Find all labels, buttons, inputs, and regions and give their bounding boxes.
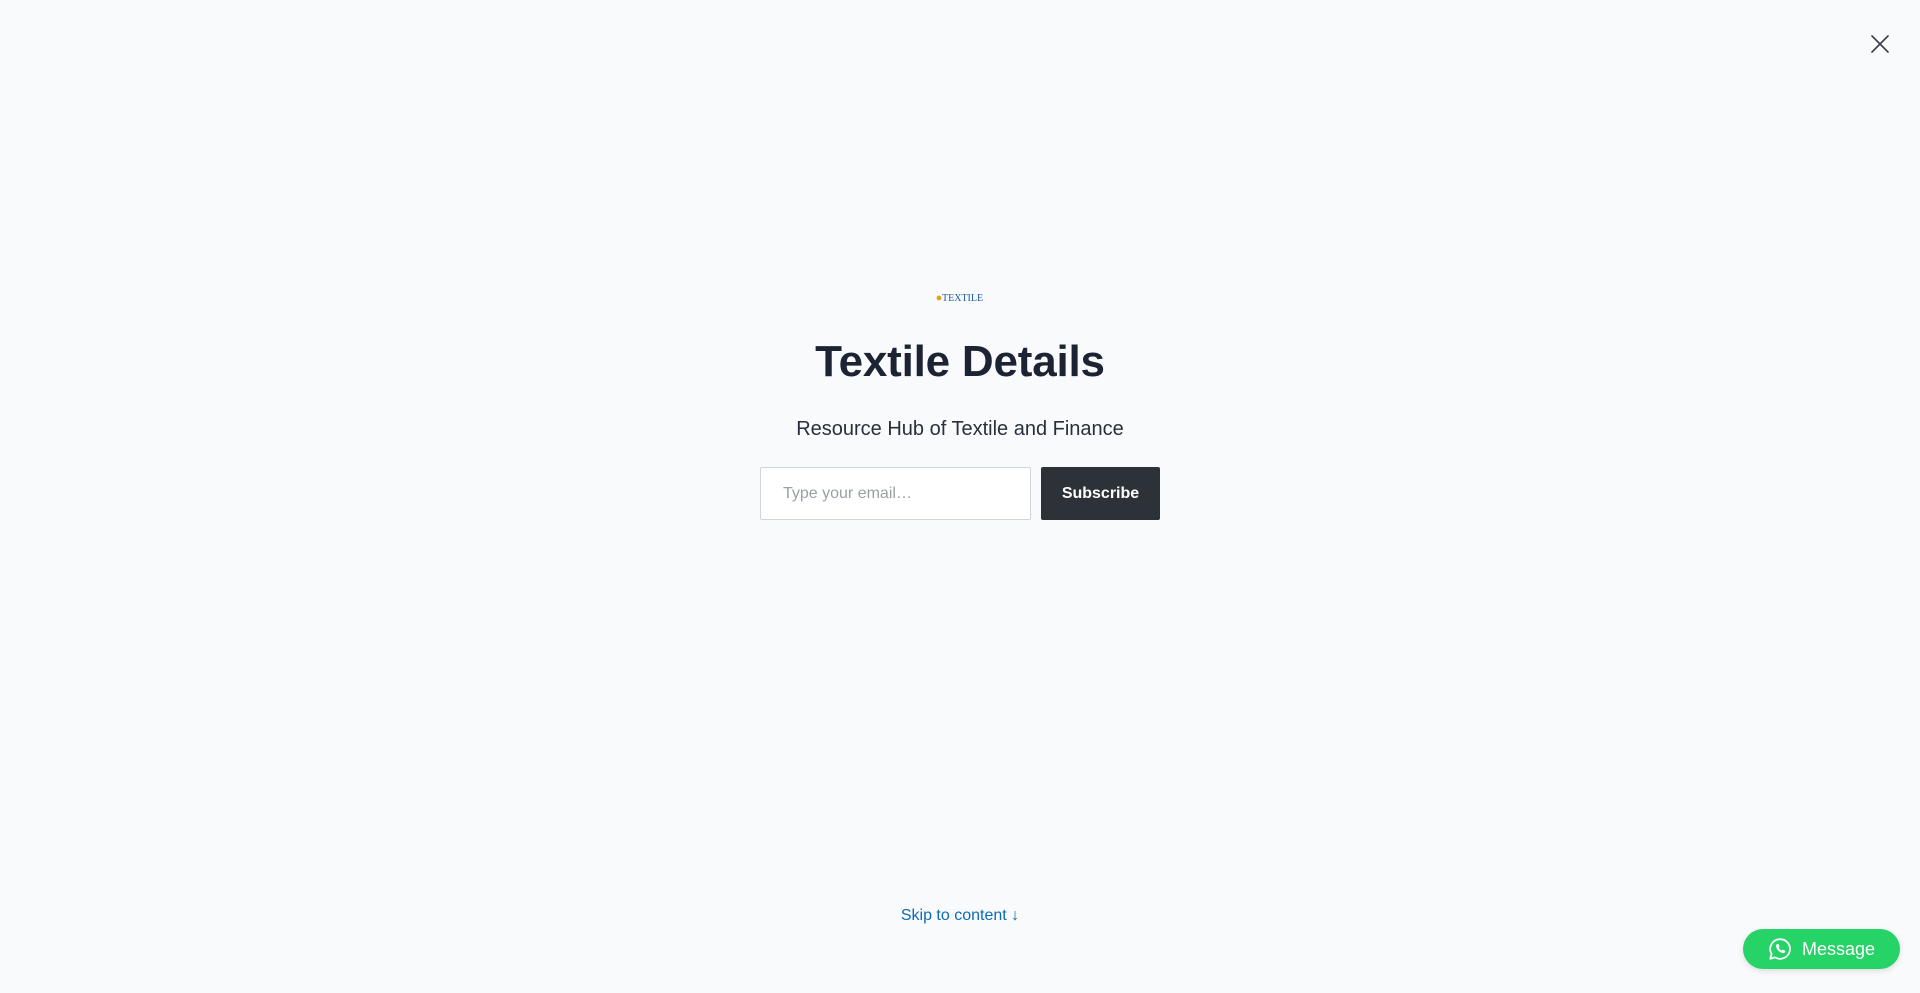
skip-to-content-link[interactable]: Skip to content ↓ xyxy=(901,907,1019,924)
whatsapp-label: Message xyxy=(1801,938,1876,959)
subscribe-button[interactable]: Subscribe xyxy=(1041,467,1160,520)
close-icon xyxy=(1871,35,1889,53)
svg-text:TEXTILE: TEXTILE xyxy=(942,293,983,304)
close-button[interactable] xyxy=(1864,28,1896,60)
logo-image: TEXTILE xyxy=(936,293,983,304)
site-logo[interactable]: TEXTILE xyxy=(936,286,984,308)
skip-to-content: Skip to content ↓ xyxy=(0,905,1920,927)
site-title: Textile Details xyxy=(815,337,1105,386)
site-tagline: Resource Hub of Textile and Finance xyxy=(796,418,1124,440)
whatsapp-icon xyxy=(1769,938,1791,960)
whatsapp-message-button[interactable]: Message xyxy=(1743,929,1900,969)
subscribe-form: Subscribe xyxy=(760,467,1160,520)
subscribe-panel: TEXTILE Textile Details Resource Hub of … xyxy=(0,286,1920,520)
subscribe-overlay: TEXTILE Textile Details Resource Hub of … xyxy=(0,0,1920,993)
email-input[interactable] xyxy=(760,467,1031,520)
